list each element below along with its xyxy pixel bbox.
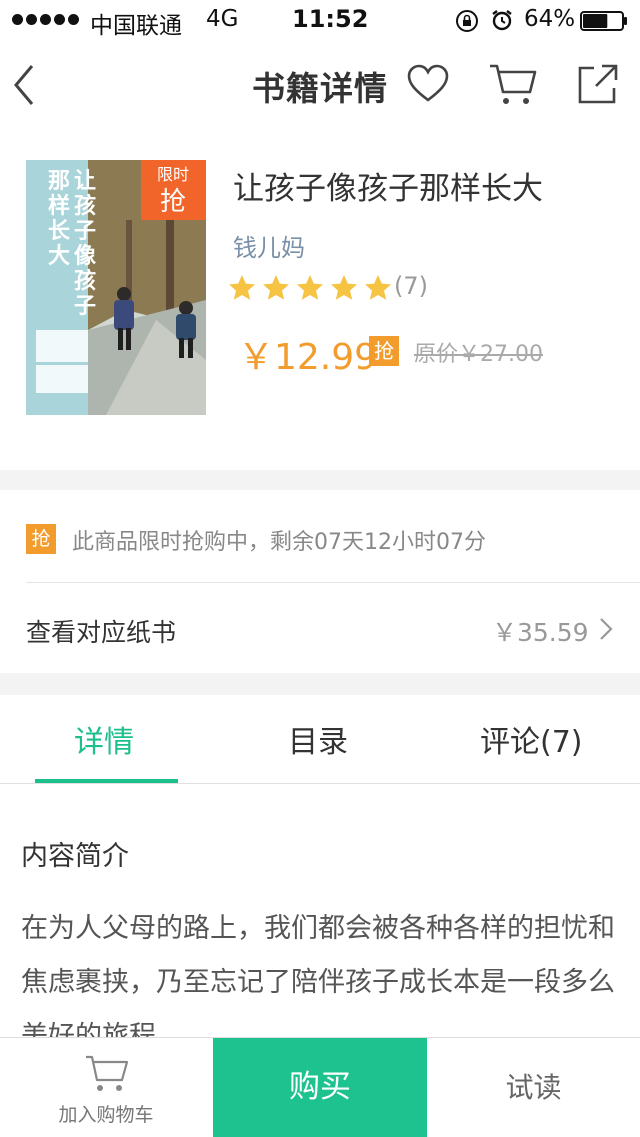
add-to-cart-label: 加入购物车: [58, 1104, 154, 1126]
detail-tabs: 详情 目录 评论(7): [0, 695, 640, 784]
bottom-action-bar: 加入购物车 购买 试读: [0, 1037, 640, 1137]
section-divider: [0, 470, 640, 490]
book-cover-image: 限时 抢 让孩子像孩子 那样长大: [26, 160, 206, 415]
tab-reviews[interactable]: 评论(7): [480, 717, 583, 761]
buy-button[interactable]: 购买: [213, 1038, 427, 1137]
cart-icon[interactable]: [488, 60, 538, 108]
star-icon: [331, 275, 357, 300]
battery-icon: [580, 11, 627, 31]
star-icon: [263, 275, 289, 300]
signal-strength-icon: [12, 14, 79, 25]
paper-book-label: 查看对应纸书: [26, 618, 177, 647]
paper-book-price: ￥35.59: [492, 618, 589, 647]
chevron-right-icon: [600, 618, 613, 640]
section-title: 内容简介: [21, 841, 129, 872]
alarm-icon: [492, 10, 512, 31]
flash-sale-text: 此商品限时抢购中，剩余07天12小时07分: [72, 530, 486, 555]
page-title: 书籍详情: [252, 69, 388, 108]
active-tab-indicator: [35, 779, 178, 783]
cover-flash-label-2: 抢: [160, 187, 186, 217]
book-cover[interactable]: 限时 抢 让孩子像孩子 那样长大: [26, 160, 206, 415]
star-icon: [365, 275, 391, 300]
carrier-name: 中国联通: [90, 13, 182, 39]
status-time: 11:52: [292, 5, 369, 33]
book-title: 让孩子像孩子那样长大: [233, 171, 543, 207]
cover-title-col1: 让孩子像孩子: [74, 169, 97, 319]
back-chevron-icon[interactable]: [10, 62, 40, 108]
intro-text: 在为人父母的路上，我们都会被各种各样的担忧和焦虑裹挟，乃至忘记了陪伴孩子成长本是…: [21, 913, 615, 1037]
cart-icon: [86, 1055, 129, 1091]
current-price: ￥12.99: [238, 337, 378, 378]
battery-percentage: 64%: [524, 6, 576, 32]
section-divider: [0, 673, 640, 695]
book-author[interactable]: 钱儿妈: [233, 228, 305, 263]
original-price: 原价￥27.00: [414, 342, 543, 367]
tab-detail[interactable]: 详情: [74, 717, 134, 761]
cover-flash-label-1: 限时: [157, 165, 189, 184]
trial-read-button[interactable]: 试读: [427, 1038, 640, 1137]
network-type: 4G: [206, 6, 239, 32]
orientation-lock-icon: [456, 10, 478, 32]
rating-stars: [226, 272, 394, 304]
add-to-cart-button[interactable]: 加入购物车: [0, 1038, 212, 1137]
flash-sale-notice: 抢 此商品限时抢购中，剩余07天12小时07分: [0, 490, 640, 582]
star-icon: [297, 275, 323, 300]
flash-sale-icon: 抢: [26, 524, 56, 554]
share-icon[interactable]: [576, 62, 620, 106]
rating-count: (7): [394, 272, 428, 300]
cover-title-col2: 那样长大: [48, 169, 71, 269]
book-summary: 限时 抢 让孩子像孩子 那样长大 让孩子像孩子那样长大 钱儿妈 (7) ￥12.…: [0, 130, 640, 470]
detail-content: 内容简介 在为人父母的路上，我们都会被各种各样的担忧和焦虑裹挟，乃至忘记了陪伴孩…: [0, 784, 640, 1037]
heart-icon[interactable]: [406, 64, 450, 104]
status-bar: 中国联通 4G 11:52 64%: [0, 0, 640, 40]
star-icon: [229, 275, 255, 300]
tab-toc[interactable]: 目录: [288, 717, 348, 761]
paper-book-row[interactable]: 查看对应纸书 ￥35.59: [0, 583, 640, 673]
flash-sale-badge: 抢: [369, 336, 399, 366]
nav-bar: 书籍详情: [0, 40, 640, 130]
